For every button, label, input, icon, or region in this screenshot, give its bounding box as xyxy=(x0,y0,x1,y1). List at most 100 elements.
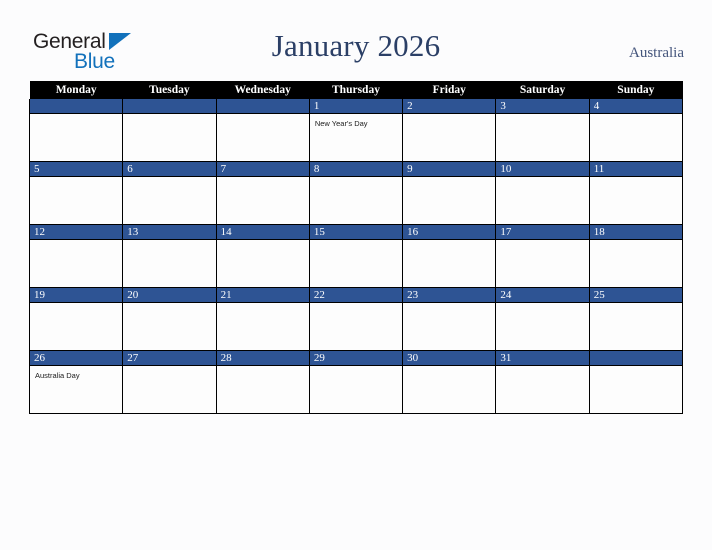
day-number: 11 xyxy=(589,162,682,177)
day-event xyxy=(403,303,495,308)
day-number: 2 xyxy=(403,99,496,114)
calendar-day-cell[interactable] xyxy=(215,99,310,162)
calendar-day-cell[interactable] xyxy=(122,99,217,162)
weekday-header-row: Monday Tuesday Wednesday Thursday Friday… xyxy=(29,81,683,99)
day-event xyxy=(590,303,682,308)
calendar-week-row: 19 20 21 22 23 24 25 xyxy=(28,287,684,351)
day-event xyxy=(30,240,122,245)
day-event xyxy=(123,240,215,245)
calendar-day-cell[interactable]: 21 xyxy=(215,287,310,351)
calendar-day-cell[interactable]: 18 xyxy=(588,224,684,288)
weekday-header-saturday: Saturday xyxy=(495,81,590,99)
day-event xyxy=(310,366,402,371)
calendar-day-cell[interactable]: 24 xyxy=(495,287,590,351)
calendar-day-cell[interactable]: 19 xyxy=(28,287,124,351)
calendar-day-cell[interactable]: 29 xyxy=(308,350,404,414)
day-event xyxy=(30,177,122,182)
calendar-week-row: 26 Australia Day 27 28 29 30 31 xyxy=(28,350,684,414)
calendar-day-cell[interactable]: 9 xyxy=(402,161,497,225)
calendar-day-cell[interactable]: 31 xyxy=(495,350,590,414)
day-number xyxy=(30,99,123,114)
calendar-day-cell[interactable]: 14 xyxy=(215,224,310,288)
day-event xyxy=(123,303,215,308)
calendar-day-cell[interactable]: 30 xyxy=(402,350,497,414)
day-event xyxy=(310,240,402,245)
calendar-day-cell[interactable]: 4 xyxy=(588,99,684,162)
day-number: 18 xyxy=(589,225,682,240)
day-number: 3 xyxy=(496,99,589,114)
day-number: 25 xyxy=(589,288,682,303)
day-event xyxy=(217,366,309,371)
calendar-week-row: 12 13 14 15 16 17 18 xyxy=(28,224,684,288)
day-number: 15 xyxy=(309,225,403,240)
calendar-day-cell[interactable]: 5 xyxy=(28,161,124,225)
weekday-header-thursday: Thursday xyxy=(309,81,403,99)
calendar-day-cell[interactable]: 1 New Year's Day xyxy=(308,99,404,162)
calendar-day-cell[interactable]: 13 xyxy=(122,224,217,288)
day-event xyxy=(590,177,682,182)
day-event xyxy=(590,240,682,245)
day-event xyxy=(30,114,122,119)
day-number xyxy=(123,99,216,114)
calendar-day-cell[interactable]: 20 xyxy=(122,287,217,351)
calendar-day-cell[interactable]: 28 xyxy=(215,350,310,414)
weekday-header-monday: Monday xyxy=(29,81,123,99)
calendar-day-cell[interactable]: 26 Australia Day xyxy=(28,350,124,414)
day-event xyxy=(217,303,309,308)
day-event xyxy=(217,177,309,182)
calendar-grid: Monday Tuesday Wednesday Thursday Friday… xyxy=(28,81,684,414)
calendar-day-cell[interactable]: 11 xyxy=(588,161,684,225)
day-number: 27 xyxy=(123,351,216,366)
day-number: 24 xyxy=(496,288,589,303)
calendar-day-cell[interactable]: 17 xyxy=(495,224,590,288)
calendar-day-cell[interactable]: 10 xyxy=(495,161,590,225)
day-event xyxy=(496,240,588,245)
day-number: 16 xyxy=(403,225,496,240)
page-header: General Blue January 2026 Australia xyxy=(0,0,712,80)
calendar-day-cell[interactable]: 16 xyxy=(402,224,497,288)
calendar-week-row: 1 New Year's Day 2 3 4 xyxy=(28,99,684,162)
calendar-day-cell[interactable]: 22 xyxy=(308,287,404,351)
day-number: 28 xyxy=(216,351,309,366)
calendar-day-cell[interactable]: 7 xyxy=(215,161,310,225)
day-number: 12 xyxy=(30,225,123,240)
calendar-day-cell[interactable]: 12 xyxy=(28,224,124,288)
day-number: 8 xyxy=(309,162,403,177)
day-number: 23 xyxy=(403,288,496,303)
day-number: 6 xyxy=(123,162,216,177)
calendar-day-cell[interactable]: 15 xyxy=(308,224,404,288)
day-event xyxy=(123,114,215,119)
day-number: 21 xyxy=(216,288,309,303)
day-event xyxy=(403,177,495,182)
day-number: 9 xyxy=(403,162,496,177)
weekday-header-sunday: Sunday xyxy=(589,81,683,99)
calendar-day-cell[interactable]: 3 xyxy=(495,99,590,162)
day-number: 4 xyxy=(589,99,682,114)
calendar-day-cell[interactable] xyxy=(588,350,684,414)
day-number: 19 xyxy=(30,288,123,303)
day-number: 7 xyxy=(216,162,309,177)
day-event xyxy=(590,366,682,371)
calendar-day-cell[interactable]: 2 xyxy=(402,99,497,162)
day-event xyxy=(217,114,309,119)
day-event xyxy=(496,114,588,119)
day-number: 5 xyxy=(30,162,123,177)
day-number: 13 xyxy=(123,225,216,240)
day-event xyxy=(123,177,215,182)
day-event xyxy=(496,366,588,371)
calendar-day-cell[interactable]: 27 xyxy=(122,350,217,414)
day-event xyxy=(310,177,402,182)
calendar-day-cell[interactable] xyxy=(28,99,124,162)
day-number: 17 xyxy=(496,225,589,240)
calendar-week-row: 5 6 7 8 9 10 11 xyxy=(28,161,684,225)
calendar-day-cell[interactable]: 23 xyxy=(402,287,497,351)
day-number: 30 xyxy=(403,351,496,366)
day-number: 29 xyxy=(309,351,403,366)
calendar-day-cell[interactable]: 25 xyxy=(588,287,684,351)
day-event xyxy=(123,366,215,371)
calendar-day-cell[interactable]: 8 xyxy=(308,161,404,225)
calendar-day-cell[interactable]: 6 xyxy=(122,161,217,225)
weekday-header-tuesday: Tuesday xyxy=(122,81,217,99)
country-label: Australia xyxy=(629,45,684,61)
day-number xyxy=(216,99,309,114)
